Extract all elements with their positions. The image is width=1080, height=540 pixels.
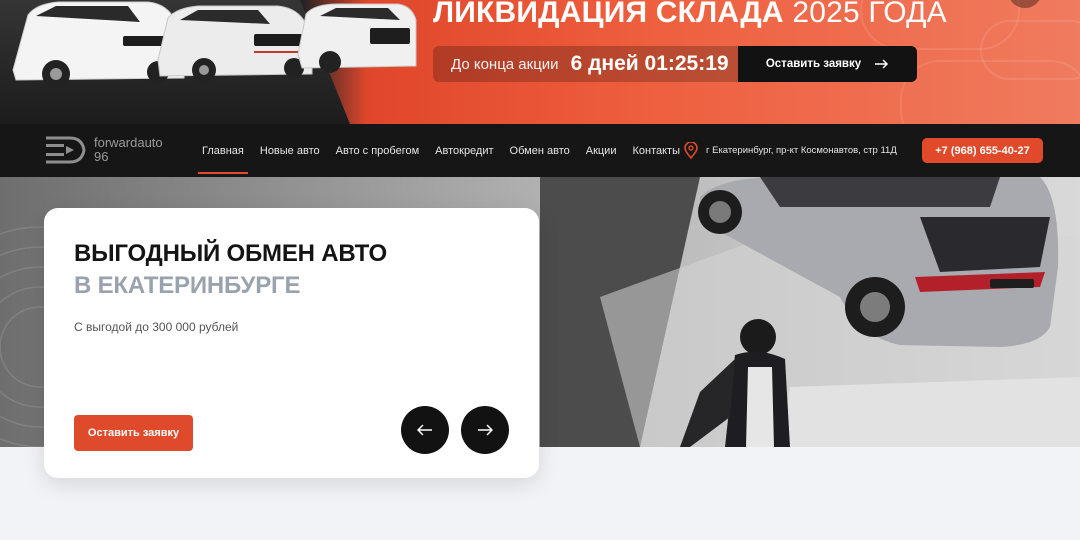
decor-line [980, 20, 1080, 80]
timer-label: До конца акции [451, 55, 559, 73]
main-navbar: forwardauto 96 Главная Новые авто Авто с… [0, 124, 1080, 177]
arrow-right-icon [875, 59, 889, 69]
arrow-right-icon [478, 424, 493, 436]
menu-item-trade-in[interactable]: Обмен авто [510, 124, 570, 177]
phone-button[interactable]: +7 (968) 655-40-27 [922, 138, 1043, 163]
location-pin-icon [684, 142, 698, 159]
main-menu: Главная Новые авто Авто с пробегом Авток… [198, 124, 680, 177]
menu-item-used-cars[interactable]: Авто с пробегом [336, 124, 420, 177]
promo-request-button-label: Оставить заявку [765, 58, 862, 70]
hero-subtitle: В ЕКАТЕРИНБУРГЕ [74, 272, 301, 299]
hero-description: С выгодой до 300 000 рублей [74, 320, 239, 334]
menu-item-credit[interactable]: Автокредит [435, 124, 493, 177]
logo-text-line2: 96 [94, 149, 109, 164]
menu-item-new-cars[interactable]: Новые авто [260, 124, 320, 177]
menu-item-home[interactable]: Главная [198, 124, 248, 177]
logo-text-line1: forwardauto [94, 135, 163, 150]
logo-icon [46, 136, 86, 164]
menu-item-promotions[interactable]: Акции [586, 124, 617, 177]
promo-request-button[interactable]: Оставить заявку [738, 46, 917, 82]
menu-item-contacts[interactable]: Контакты [632, 124, 680, 177]
hero-card: ВЫГОДНЫЙ ОБМЕН АВТО В ЕКАТЕРИНБУРГЕ С вы… [44, 208, 539, 478]
promo-title-main: ЛИКВИДАЦИЯ СКЛАДА [433, 0, 784, 29]
slider-prev-button[interactable] [401, 406, 449, 454]
arrow-left-icon [417, 424, 432, 436]
promo-banner: ЛИКВИДАЦИЯ СКЛАДА 2025 ГОДА До конца акц… [0, 0, 1080, 124]
address-text: г Екатеринбург, пр-кт Космонавтов, стр 1… [706, 145, 897, 156]
promo-title-year: 2025 ГОДА [792, 0, 947, 29]
dealer-address[interactable]: г Екатеринбург, пр-кт Космонавтов, стр 1… [684, 124, 897, 177]
timer-value: 6 дней 01:25:19 [570, 52, 729, 75]
promo-cars-image [12, 1, 417, 88]
promo-title: ЛИКВИДАЦИЯ СКЛАДА 2025 ГОДА [433, 0, 947, 30]
site-logo[interactable]: forwardauto 96 [44, 134, 163, 166]
promo-timer: До конца акции 6 дней 01:25:19 [433, 46, 738, 82]
hero-title: ВЫГОДНЫЙ ОБМЕН АВТО [74, 240, 387, 267]
slider-next-button[interactable] [461, 406, 509, 454]
hero-request-button[interactable]: Оставить заявку [74, 415, 193, 451]
